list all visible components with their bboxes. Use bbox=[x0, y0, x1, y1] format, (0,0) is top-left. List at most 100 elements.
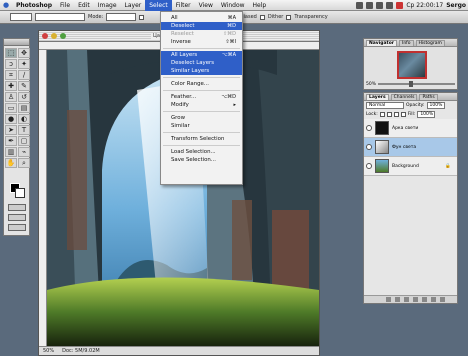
quick-mask-button[interactable] bbox=[8, 204, 26, 211]
menu-window[interactable]: Window bbox=[217, 0, 249, 11]
background-color-swatch[interactable] bbox=[15, 188, 25, 198]
menu-item-modify[interactable]: Modify ▸ bbox=[161, 101, 242, 109]
status-icon[interactable] bbox=[386, 1, 394, 9]
screen-mode-button[interactable] bbox=[8, 214, 26, 221]
menu-item-similar[interactable]: Similar bbox=[161, 122, 242, 130]
slice-tool-icon[interactable]: ∕ bbox=[18, 70, 30, 80]
zoom-level[interactable]: 50% bbox=[43, 348, 54, 354]
eyedropper-tool-icon[interactable]: ⌁ bbox=[18, 147, 30, 157]
navigator-zoom-slider[interactable] bbox=[378, 81, 455, 87]
close-button[interactable] bbox=[42, 33, 48, 39]
menu-item-load-selection[interactable]: Load Selection... bbox=[161, 148, 242, 156]
menu-item-color-range[interactable]: Color Range... bbox=[161, 80, 242, 88]
zoom-button[interactable] bbox=[60, 33, 66, 39]
menu-item-all[interactable]: All ⌘A bbox=[161, 14, 242, 22]
selection-mode-buttons[interactable] bbox=[35, 13, 85, 21]
menu-item-grow[interactable]: Grow bbox=[161, 114, 242, 122]
notes-tool-icon[interactable]: ▥ bbox=[5, 147, 17, 157]
menu-item-inverse[interactable]: Inverse ⇧⌘I bbox=[161, 38, 242, 46]
hand-tool-icon[interactable]: ✋ bbox=[5, 158, 17, 168]
menu-clock[interactable]: Ср 22:00:17 bbox=[406, 2, 443, 9]
eye-icon[interactable] bbox=[366, 144, 372, 150]
layer-row[interactable]: Background 🔒 bbox=[364, 157, 457, 176]
marquee-tool-icon[interactable]: ⬚ bbox=[5, 48, 17, 58]
menu-filter[interactable]: Filter bbox=[172, 0, 195, 11]
status-icon[interactable] bbox=[366, 1, 374, 9]
navigator-preview[interactable] bbox=[397, 51, 427, 79]
menu-view[interactable]: View bbox=[195, 0, 217, 11]
new-layer-icon[interactable] bbox=[431, 297, 436, 302]
tab-layers[interactable]: Layers bbox=[366, 94, 389, 100]
menu-photoshop[interactable]: Photoshop bbox=[12, 0, 56, 11]
mode-select[interactable] bbox=[106, 13, 137, 21]
layer-mask-icon[interactable] bbox=[404, 297, 409, 302]
fill-field[interactable]: 100% bbox=[417, 111, 436, 118]
ruler-vertical[interactable] bbox=[39, 50, 47, 347]
tab-channels[interactable]: Channels bbox=[390, 94, 418, 100]
menu-item-similar-layers[interactable]: Similar Layers bbox=[161, 67, 242, 75]
magic-wand-tool-icon[interactable]: ✦ bbox=[18, 59, 30, 69]
lock-all-icon[interactable] bbox=[400, 112, 406, 117]
eye-icon[interactable] bbox=[366, 163, 372, 169]
crop-tool-icon[interactable]: ⌗ bbox=[5, 70, 17, 80]
pen-tool-icon[interactable]: ✒ bbox=[5, 136, 17, 146]
tool-preset-picker[interactable] bbox=[10, 13, 32, 21]
path-select-icon[interactable]: ➤ bbox=[5, 125, 17, 135]
zoom-tool-icon[interactable]: ⌕ bbox=[18, 158, 30, 168]
menu-layer[interactable]: Layer bbox=[121, 0, 146, 11]
menu-image[interactable]: Image bbox=[94, 0, 121, 11]
link-layers-icon[interactable] bbox=[386, 297, 391, 302]
tab-histogram[interactable]: Histogram bbox=[415, 40, 445, 46]
menu-item-deselect-layers[interactable]: Deselect Layers bbox=[161, 59, 242, 67]
lock-image-icon[interactable] bbox=[386, 112, 392, 117]
gradient-tool-icon[interactable]: ▤ bbox=[18, 103, 30, 113]
shape-tool-icon[interactable]: ▢ bbox=[18, 136, 30, 146]
menu-select[interactable]: Select bbox=[145, 0, 172, 11]
layer-row[interactable]: Арка свети bbox=[364, 119, 457, 138]
toolbox-titlebar[interactable] bbox=[4, 39, 29, 46]
new-group-icon[interactable] bbox=[422, 297, 427, 302]
adjustment-layer-icon[interactable] bbox=[413, 297, 418, 302]
lock-transparency-icon[interactable] bbox=[379, 112, 385, 117]
transparency-checkbox[interactable] bbox=[286, 14, 292, 20]
doc-size[interactable]: Doc: 5M/9.02M bbox=[62, 348, 100, 354]
healing-brush-icon[interactable]: ✚ bbox=[5, 81, 17, 91]
history-brush-icon[interactable]: ↺ bbox=[18, 92, 30, 102]
layer-row[interactable]: Фун света bbox=[364, 138, 457, 157]
menu-item-all-layers[interactable]: All Layers ⌥⌘A bbox=[161, 51, 242, 59]
layer-style-icon[interactable] bbox=[395, 297, 400, 302]
menu-item-transform-selection[interactable]: Transform Selection bbox=[161, 135, 242, 143]
eye-icon[interactable] bbox=[366, 125, 372, 131]
brush-tool-icon[interactable]: ✎ bbox=[18, 81, 30, 91]
apple-menu-icon[interactable]: ● bbox=[0, 1, 12, 9]
menu-edit[interactable]: Edit bbox=[74, 0, 94, 11]
stamp-tool-icon[interactable]: ♙ bbox=[5, 92, 17, 102]
eraser-tool-icon[interactable]: ▭ bbox=[5, 103, 17, 113]
trash-icon[interactable] bbox=[440, 297, 445, 302]
tab-paths[interactable]: Paths bbox=[419, 94, 438, 100]
tab-info[interactable]: Info bbox=[399, 40, 414, 46]
opacity-field[interactable]: 100% bbox=[426, 102, 445, 109]
type-tool-icon[interactable]: T bbox=[18, 125, 30, 135]
flag-icon[interactable] bbox=[396, 1, 404, 9]
dither-checkbox[interactable] bbox=[259, 14, 265, 20]
menu-user[interactable]: Sergo bbox=[446, 2, 466, 9]
volume-icon[interactable] bbox=[376, 1, 384, 9]
jump-to-imageready-button[interactable] bbox=[8, 224, 26, 231]
lock-position-icon[interactable] bbox=[393, 112, 399, 117]
menu-file[interactable]: File bbox=[56, 0, 74, 11]
status-icon[interactable] bbox=[356, 1, 364, 9]
anti-alias-checkbox[interactable] bbox=[139, 14, 145, 20]
tab-navigator[interactable]: Navigator bbox=[366, 40, 397, 46]
minimize-button[interactable] bbox=[51, 33, 57, 39]
menu-item-deselect[interactable]: Deselect ⌘D bbox=[161, 22, 242, 30]
lasso-tool-icon[interactable]: ↄ bbox=[5, 59, 17, 69]
menu-item-reselect[interactable]: Reselect ⇧⌘D bbox=[161, 30, 242, 38]
navigator-zoom-value[interactable]: 50% bbox=[366, 82, 376, 87]
menu-item-feather[interactable]: Feather... ⌥⌘D bbox=[161, 93, 242, 101]
dodge-tool-icon[interactable]: ◐ bbox=[18, 114, 30, 124]
menu-help[interactable]: Help bbox=[249, 0, 271, 11]
blend-mode-select[interactable]: Normal bbox=[366, 102, 404, 109]
blur-tool-icon[interactable]: ● bbox=[5, 114, 17, 124]
menu-item-save-selection[interactable]: Save Selection... bbox=[161, 156, 242, 164]
